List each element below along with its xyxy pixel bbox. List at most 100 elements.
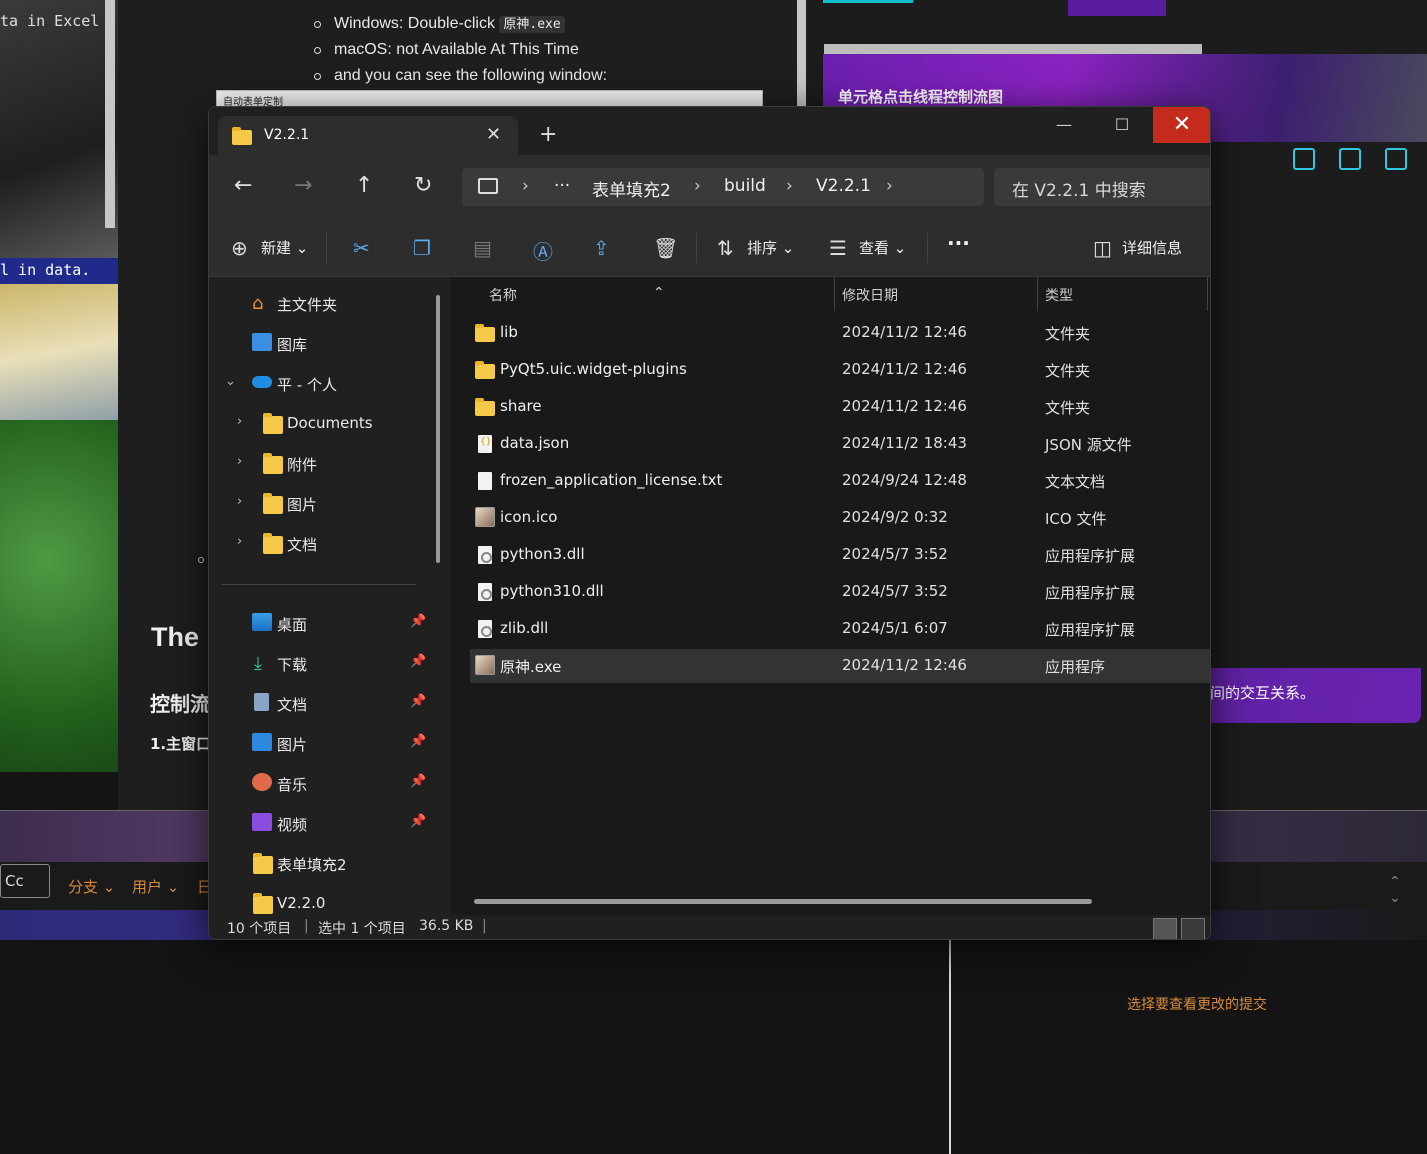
- background-tab[interactable]: [1068, 0, 1166, 16]
- file-row-selected[interactable]: 原神.exe 2024/11/2 12:46 应用程序: [470, 649, 1210, 683]
- sidebar-item-home[interactable]: ⌂ 主文件夹: [209, 285, 449, 323]
- paste-icon[interactable]: ▤: [473, 236, 492, 260]
- breadcrumb-item[interactable]: V2.2.1: [816, 176, 871, 196]
- pin-icon[interactable]: 📌: [410, 774, 426, 789]
- background-scrollbar[interactable]: [105, 0, 115, 228]
- file-row[interactable]: lib 2024/11/2 12:46 文件夹: [470, 316, 1210, 350]
- sidebar-scrollbar[interactable]: [436, 295, 440, 563]
- background-doc-list: Windows: Double-click 原神.exe macOS: not …: [312, 0, 607, 89]
- sidebar-item-form-fill[interactable]: 表单填充2: [209, 845, 449, 883]
- share-icon[interactable]: ⇪: [593, 236, 610, 260]
- pin-icon[interactable]: 📌: [410, 654, 426, 669]
- tiles-view-icon[interactable]: [1181, 918, 1205, 939]
- background-scrollbar[interactable]: [824, 44, 1202, 54]
- chevron-down-icon[interactable]: ⌄: [225, 374, 236, 389]
- maximize-button[interactable]: ☐: [1093, 107, 1151, 143]
- file-type: JSON 源文件: [1045, 436, 1132, 454]
- folder-icon: [232, 127, 252, 145]
- horizontal-scrollbar[interactable]: [474, 899, 1092, 904]
- outline-icon[interactable]: [1293, 148, 1315, 170]
- minimize-button[interactable]: —: [1035, 107, 1093, 143]
- view-icon[interactable]: ☰: [829, 236, 847, 260]
- add-icon[interactable]: [1385, 148, 1407, 170]
- sidebar-item-videos[interactable]: 视频 📌: [209, 805, 449, 843]
- sidebar-item-music[interactable]: 音乐 📌: [209, 765, 449, 803]
- sidebar-item-attachments[interactable]: › 附件: [209, 445, 449, 483]
- file-row[interactable]: data.json 2024/11/2 18:43 JSON 源文件: [470, 427, 1210, 461]
- file-row[interactable]: python3.dll 2024/5/7 3:52 应用程序扩展: [470, 538, 1210, 572]
- new-tab-button[interactable]: +: [539, 122, 557, 147]
- background-doc-scrollbar[interactable]: [797, 0, 806, 106]
- selection-info: 选中 1 个项目: [318, 921, 406, 937]
- new-icon[interactable]: ⊕: [231, 236, 248, 260]
- sort-updown-icon[interactable]: ⌃ ⌄: [1389, 874, 1401, 906]
- chevron-right-icon[interactable]: ›: [237, 534, 242, 549]
- breadcrumb-overflow[interactable]: ···: [554, 176, 570, 196]
- search-input[interactable]: 在 V2.2.1 中搜索: [994, 168, 1210, 206]
- copy-icon[interactable]: [1339, 148, 1361, 170]
- document-icon: [254, 693, 269, 711]
- more-options-button[interactable]: ···: [947, 231, 970, 255]
- view-button[interactable]: 查看 ⌄: [859, 237, 906, 258]
- column-resizer[interactable]: [834, 277, 835, 311]
- sidebar-item-pictures-folder[interactable]: › 图片: [209, 485, 449, 523]
- column-resizer[interactable]: [1037, 277, 1038, 311]
- panel-divider[interactable]: [949, 940, 951, 1154]
- sidebar-item-desktop[interactable]: 桌面 📌: [209, 605, 449, 643]
- sidebar-item-downloads[interactable]: ⤓ 下载 📌: [209, 645, 449, 683]
- pin-icon[interactable]: 📌: [410, 734, 426, 749]
- sidebar-item-onedrive[interactable]: ⌄ 平 - 个人: [209, 365, 449, 403]
- file-name: icon.ico: [500, 508, 558, 526]
- pin-icon[interactable]: 📌: [410, 614, 426, 629]
- address-bar[interactable]: › ··· 表单填充2 › build › V2.2.1 ›: [462, 168, 984, 206]
- details-view-icon[interactable]: [1153, 918, 1177, 939]
- chevron-right-icon[interactable]: ›: [237, 454, 242, 469]
- sidebar-item-documents-quick[interactable]: 文档 📌: [209, 685, 449, 723]
- column-resizer[interactable]: [1207, 277, 1208, 311]
- breadcrumb-chevron-icon[interactable]: ›: [522, 176, 529, 196]
- column-header-name[interactable]: 名称: [489, 285, 517, 305]
- details-pane-icon[interactable]: ◫: [1093, 236, 1112, 260]
- branch-dropdown[interactable]: 分支 ⌄: [68, 876, 115, 897]
- chevron-right-icon[interactable]: ›: [237, 414, 242, 429]
- delete-icon[interactable]: 🗑: [653, 236, 678, 260]
- match-case-button[interactable]: Cc: [0, 864, 50, 898]
- breadcrumb-chevron-icon[interactable]: ›: [694, 176, 701, 196]
- breadcrumb-item[interactable]: build: [724, 176, 766, 196]
- close-tab-icon[interactable]: ✕: [486, 124, 501, 145]
- column-header-type[interactable]: 类型: [1045, 285, 1073, 305]
- breadcrumb-chevron-icon[interactable]: ›: [886, 176, 893, 196]
- sidebar-item-pictures[interactable]: 图片 📌: [209, 725, 449, 763]
- column-header-date[interactable]: 修改日期: [842, 285, 898, 305]
- pin-icon[interactable]: 📌: [410, 814, 426, 829]
- sidebar-item-label: 文档: [287, 536, 318, 554]
- breadcrumb-item[interactable]: 表单填充2: [592, 176, 671, 201]
- copy-icon[interactable]: ❐: [413, 236, 431, 260]
- tab-v221[interactable]: V2.2.1 ✕: [218, 116, 518, 156]
- back-button[interactable]: ←: [234, 173, 252, 198]
- forward-button[interactable]: →: [294, 173, 312, 198]
- this-pc-icon[interactable]: [478, 178, 498, 194]
- user-dropdown[interactable]: 用户 ⌄: [132, 876, 179, 897]
- new-button[interactable]: 新建 ⌄: [261, 237, 308, 258]
- sort-button[interactable]: 排序 ⌄: [747, 237, 794, 258]
- file-row[interactable]: frozen_application_license.txt 2024/9/24…: [470, 464, 1210, 498]
- file-row[interactable]: zlib.dll 2024/5/1 6:07 应用程序扩展: [470, 612, 1210, 646]
- breadcrumb-chevron-icon[interactable]: ›: [786, 176, 793, 196]
- file-row[interactable]: share 2024/11/2 12:46 文件夹: [470, 390, 1210, 424]
- close-button[interactable]: ✕: [1153, 107, 1210, 143]
- cut-icon[interactable]: ✂: [353, 236, 370, 260]
- file-row[interactable]: icon.ico 2024/9/2 0:32 ICO 文件: [470, 501, 1210, 535]
- refresh-button[interactable]: ↻: [414, 173, 432, 198]
- rename-icon[interactable]: Ⓐ: [533, 236, 553, 265]
- sidebar-item-docs-folder[interactable]: › 文档: [209, 525, 449, 563]
- sort-icon[interactable]: ⇅: [717, 236, 734, 260]
- file-row[interactable]: PyQt5.uic.widget-plugins 2024/11/2 12:46…: [470, 353, 1210, 387]
- sidebar-item-gallery[interactable]: 图库: [209, 325, 449, 363]
- details-button[interactable]: 详细信息: [1122, 237, 1182, 258]
- chevron-right-icon[interactable]: ›: [237, 494, 242, 509]
- pin-icon[interactable]: 📌: [410, 694, 426, 709]
- up-button[interactable]: ↑: [355, 173, 373, 198]
- file-row[interactable]: python310.dll 2024/5/7 3:52 应用程序扩展: [470, 575, 1210, 609]
- sidebar-item-documents[interactable]: › Documents: [209, 405, 449, 443]
